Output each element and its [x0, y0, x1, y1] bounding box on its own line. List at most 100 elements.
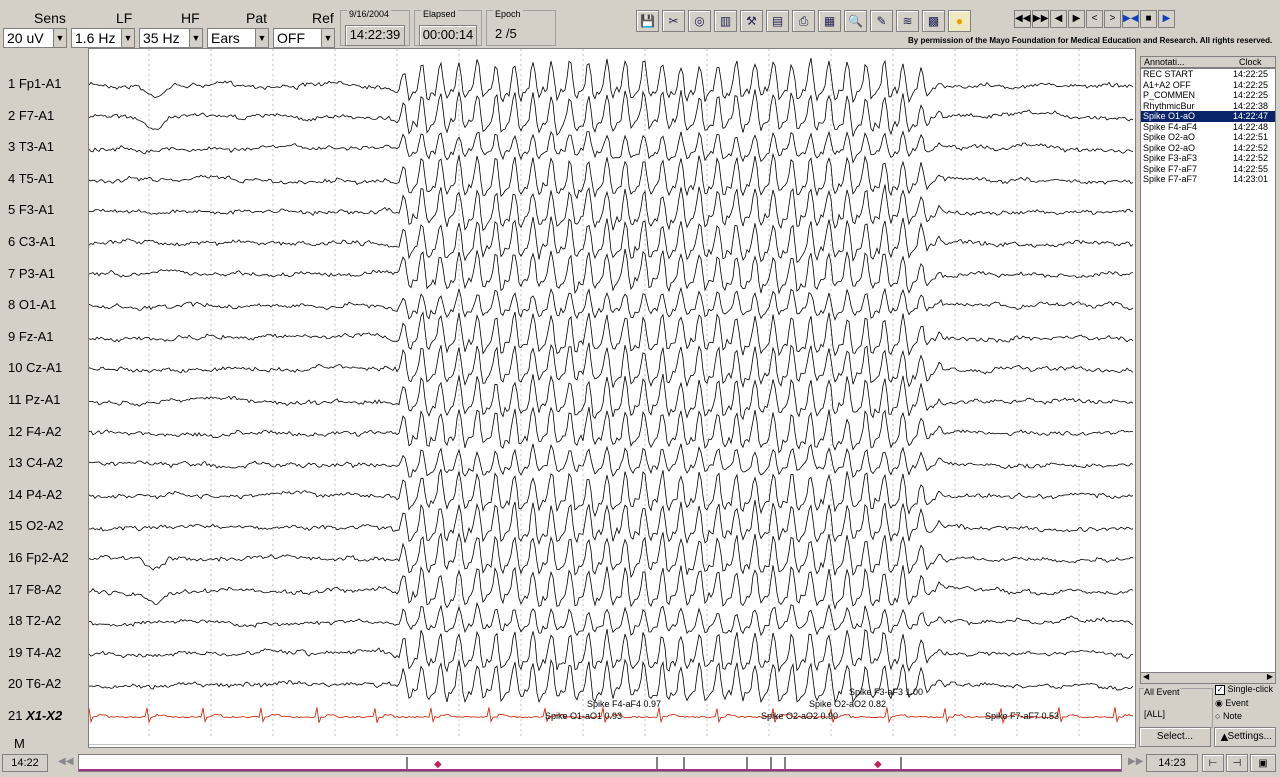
select-button[interactable]: Select... — [1139, 727, 1211, 747]
magnifier-icon[interactable]: 🔍 — [844, 10, 867, 32]
channel-label[interactable]: 16 Fp2-A2 — [8, 550, 69, 565]
eeg-trace — [89, 499, 1134, 545]
channel-label[interactable]: 10 Cz-A1 — [8, 360, 62, 375]
channel-label[interactable]: 1 Fp1-A1 — [8, 76, 61, 91]
annotation-row[interactable]: Spike F4-aF4 14:22:48 — [1141, 122, 1275, 133]
channel-label[interactable]: 7 P3-A1 — [8, 266, 55, 281]
channel-label[interactable]: 4 T5-A1 — [8, 171, 54, 186]
channel-label[interactable]: 12 F4-A2 — [8, 424, 61, 439]
chevron-down-icon[interactable]: ▼ — [321, 29, 334, 47]
note-radio[interactable]: ○ Note — [1215, 711, 1242, 721]
pencil-icon[interactable]: ✎ — [870, 10, 893, 32]
timeline-marker-icon[interactable]: ◆ — [874, 759, 882, 770]
channel-label[interactable]: 18 T2-A2 — [8, 613, 61, 628]
spike-annotation[interactable]: Spike O2-aO2 0.90 — [761, 711, 838, 721]
eeg-waveforms[interactable]: Spike F4-aF4 0.97 Spike O1-aO1 0.93 Spike … — [88, 49, 1135, 747]
zoom-in-icon[interactable]: ⊣ — [1226, 754, 1248, 772]
save-icon[interactable]: 💾 — [636, 10, 659, 32]
ref-select[interactable]: OFF ▼ — [273, 28, 335, 48]
annotation-row[interactable]: A1+A2 OFF 14:22:25 — [1141, 80, 1275, 91]
montage-icon[interactable]: ≋ — [896, 10, 919, 32]
ekg-channel-label[interactable]: 21 X1-X2 — [8, 708, 62, 723]
sens-select[interactable]: 20 uV ▼ — [3, 28, 67, 48]
radio-selected-icon[interactable]: ◉ — [1215, 698, 1223, 708]
annotation-list[interactable]: REC START 14:22:25 A1+A2 OFF 14:22:25 P_COMM… — [1140, 68, 1276, 674]
channel-label[interactable]: 9 Fz-A1 — [8, 329, 54, 344]
channel-label[interactable]: 11 Pz-A1 — [8, 392, 61, 407]
camera-icon[interactable]: ▣ — [1250, 754, 1276, 772]
scroll-right-icon[interactable]: ▶ — [1267, 672, 1273, 681]
hf-select[interactable]: 35 Hz ▼ — [139, 28, 203, 48]
timeline-track[interactable]: ◆ ◆ — [78, 754, 1122, 772]
print-icon[interactable]: ⎙ — [792, 10, 815, 32]
channel-label[interactable]: 13 C4-A2 — [8, 455, 63, 470]
spike-annotation[interactable]: Spike O2-aO2 0.82 — [809, 699, 886, 709]
prev-page-icon[interactable]: ◀ — [1050, 10, 1067, 28]
histogram-icon[interactable]: ▥ — [714, 10, 737, 32]
chevron-down-icon[interactable]: ▼ — [121, 29, 134, 47]
channel-label[interactable]: 2 F7-A1 — [8, 108, 54, 123]
timeline-forward-icon[interactable]: ▶▶ — [1128, 756, 1143, 767]
lf-select[interactable]: 1.6 Hz ▼ — [71, 28, 135, 48]
chevron-down-icon[interactable]: ▼ — [53, 29, 66, 47]
chart-icon[interactable]: ▦ — [818, 10, 841, 32]
stop-icon[interactable]: ■ — [1140, 10, 1157, 28]
spike-annotation[interactable]: Spike F7-aF7 0.53 — [985, 711, 1059, 721]
channel-label[interactable]: 3 T3-A1 — [8, 139, 54, 154]
annotation-name: Spike F7-aF7 — [1143, 163, 1198, 174]
last-page-icon[interactable]: ▶▶ — [1032, 10, 1049, 28]
photic-icon[interactable]: ▩ — [922, 10, 945, 32]
annotation-row[interactable]: Spike O2-aO 14:22:52 — [1141, 143, 1275, 154]
spike-annotation[interactable]: Spike F4-aF4 0.97 — [587, 699, 661, 709]
scroll-left-icon[interactable]: ◀ — [1143, 672, 1149, 681]
channel-label[interactable]: 15 O2-A2 — [8, 518, 64, 533]
event-radio[interactable]: ◉ Event — [1215, 698, 1248, 709]
settings-button[interactable]: ▲ Settings... — [1214, 727, 1276, 747]
annotation-row[interactable]: P_COMMEN 14:22:25 — [1141, 90, 1275, 101]
next-page-icon[interactable]: ▶ — [1068, 10, 1085, 28]
checkbox-icon[interactable]: ✓ — [1215, 685, 1225, 695]
channel-label[interactable]: 14 P4-A2 — [8, 487, 62, 502]
chevron-down-icon[interactable]: ▼ — [255, 29, 268, 47]
eeg-trace — [88, 601, 1134, 637]
step-forward-icon[interactable]: > — [1104, 10, 1121, 28]
single-click-checkbox[interactable]: ✓ Single-click — [1215, 684, 1273, 695]
annotation-row[interactable]: RhythmicBur 14:22:38 — [1141, 101, 1275, 112]
timeline-marker-icon[interactable]: ◆ — [434, 759, 442, 770]
hammer-icon[interactable]: ⚒ — [740, 10, 763, 32]
annotation-name: REC START — [1143, 69, 1194, 79]
video-icon[interactable]: ● — [948, 10, 971, 32]
zoom-out-icon[interactable]: ⊢ — [1202, 754, 1224, 772]
radio-icon[interactable]: ○ — [1215, 711, 1220, 721]
chevron-down-icon[interactable]: ▼ — [189, 29, 202, 47]
scissors-icon[interactable]: ✂ — [662, 10, 685, 32]
channel-label[interactable]: 19 T4-A2 — [8, 645, 61, 660]
annotation-row[interactable]: REC START 14:22:25 — [1141, 69, 1275, 80]
annotation-col-name[interactable]: Annotati... — [1144, 57, 1185, 67]
collapse-icon[interactable]: ▶◀ — [1122, 10, 1139, 28]
step-back-icon[interactable]: < — [1086, 10, 1103, 28]
annotation-time: 14:22:47 — [1233, 111, 1269, 121]
channel-label[interactable]: 6 C3-A1 — [8, 234, 56, 249]
channel-label[interactable]: 17 F8-A2 — [8, 582, 61, 597]
eeg-trace-area[interactable]: Spike F4-aF4 0.97 Spike O1-aO1 0.93 Spike … — [88, 48, 1136, 748]
channel-label[interactable]: 20 T6-A2 — [8, 676, 61, 691]
page-icon[interactable]: ▤ — [766, 10, 789, 32]
pat-select[interactable]: Ears ▼ — [207, 28, 269, 48]
annotation-row[interactable]: Spike F7-aF7 14:23:01 — [1141, 174, 1275, 185]
annotation-row[interactable]: Spike O1-aO 14:22:47 — [1141, 111, 1275, 122]
channel-label[interactable]: 8 O1-A1 — [8, 297, 56, 312]
timeline-back-icon[interactable]: ◀◀ — [58, 756, 73, 767]
spike-annotation[interactable]: Spike F3-aF3 1.00 — [849, 687, 923, 697]
all-value[interactable]: [ALL] — [1144, 709, 1165, 719]
annotation-col-clock[interactable]: Clock — [1239, 57, 1262, 67]
annotation-row[interactable]: Spike F7-aF7 14:22:55 — [1141, 164, 1275, 175]
brain-icon[interactable]: ◎ — [688, 10, 711, 32]
spike-annotation[interactable]: Spike O1-aO1 0.93 — [545, 711, 622, 721]
annotation-scrollbar[interactable]: ◀ ▶ — [1140, 672, 1276, 684]
play-icon[interactable]: ▶ — [1158, 10, 1175, 28]
first-page-icon[interactable]: ◀◀ — [1014, 10, 1031, 28]
annotation-row[interactable]: Spike F3-aF3 14:22:52 — [1141, 153, 1275, 164]
channel-label[interactable]: 5 F3-A1 — [8, 202, 54, 217]
annotation-row[interactable]: Spike O2-aO 14:22:51 — [1141, 132, 1275, 143]
